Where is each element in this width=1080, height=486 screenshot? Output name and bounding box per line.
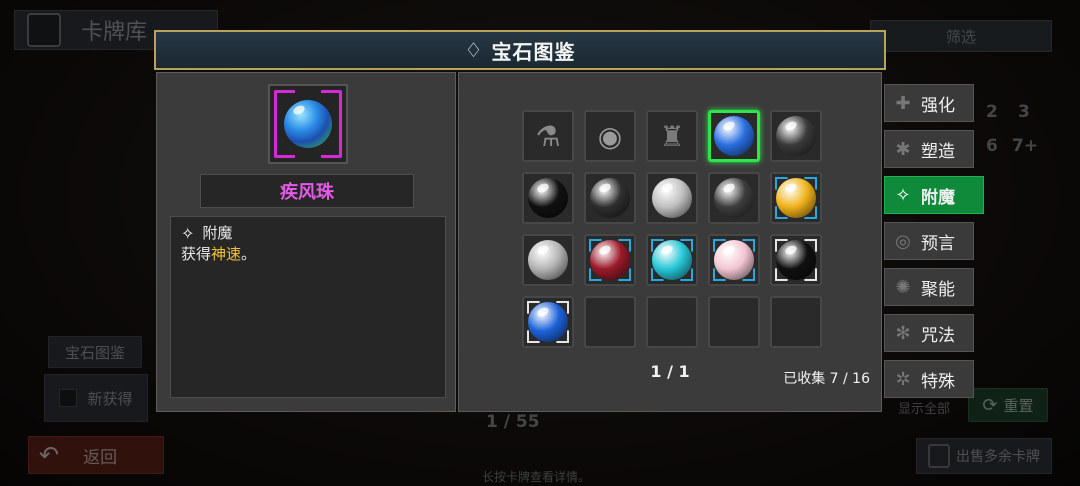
gem-name: 疾风珠 bbox=[200, 174, 414, 208]
tab-label: 预言 bbox=[921, 233, 955, 254]
selected-gem-slot bbox=[268, 84, 348, 164]
modal-title: 宝石图鉴 bbox=[491, 39, 576, 64]
gem-slot[interactable] bbox=[522, 296, 574, 348]
gem-slot[interactable]: ⚗ bbox=[522, 110, 574, 162]
grid-pager: 1 / 1 bbox=[650, 362, 690, 381]
tab-1[interactable]: ✚ 强化 bbox=[884, 84, 974, 122]
tab-label: 强化 bbox=[921, 95, 955, 116]
gem-orb-icon bbox=[714, 178, 754, 218]
gem-slot[interactable] bbox=[770, 234, 822, 286]
gem-orb-icon bbox=[776, 116, 816, 156]
empty-gem-slot bbox=[708, 296, 760, 348]
gem-orb-icon bbox=[652, 178, 692, 218]
gem-slot[interactable] bbox=[584, 172, 636, 224]
wing-icon: ✧ bbox=[895, 184, 911, 206]
gem-slot[interactable] bbox=[708, 172, 760, 224]
spiral-icon: ✻ bbox=[895, 322, 911, 344]
gem-slot[interactable] bbox=[584, 234, 636, 286]
gem-slot[interactable] bbox=[646, 234, 698, 286]
gem-slot[interactable] bbox=[770, 110, 822, 162]
effect-suffix: 。 bbox=[241, 245, 257, 263]
gem-orb-icon bbox=[528, 240, 568, 280]
gem-orb-icon bbox=[714, 240, 754, 280]
gem-slot[interactable] bbox=[770, 172, 822, 224]
gem-orb-icon bbox=[776, 240, 816, 280]
collected-count: 已收集 7 / 16 bbox=[783, 371, 870, 387]
empty-gem-slot bbox=[646, 296, 698, 348]
tab-5[interactable]: ✺ 聚能 bbox=[884, 268, 974, 306]
gem-slot[interactable] bbox=[522, 172, 574, 224]
empty-gem-slot bbox=[770, 296, 822, 348]
gem-category: 附魔 bbox=[202, 224, 233, 242]
tab-label: 咒法 bbox=[921, 325, 955, 346]
tab-7[interactable]: ✲ 特殊 bbox=[884, 360, 974, 398]
gem-slot[interactable]: ◉ bbox=[584, 110, 636, 162]
burst-icon: ✺ bbox=[895, 276, 911, 298]
tab-6[interactable]: ✻ 咒法 bbox=[884, 314, 974, 352]
gem-orb-icon bbox=[528, 302, 568, 342]
eye-icon: ◎ bbox=[895, 230, 911, 252]
gem-orb-icon bbox=[590, 240, 630, 280]
tab-2[interactable]: ✱ 塑造 bbox=[884, 130, 974, 168]
gem-slot[interactable] bbox=[708, 110, 760, 162]
gem-orb-icon bbox=[590, 178, 630, 218]
gem-category-row: ✧ 附魔 bbox=[181, 223, 435, 244]
tab-label: 附魔 bbox=[921, 187, 955, 208]
effect-keyword[interactable]: 神速 bbox=[211, 245, 241, 263]
tab-3[interactable]: ✧ 附魔 bbox=[884, 176, 984, 214]
gem-slot[interactable] bbox=[646, 172, 698, 224]
empty-gem-slot bbox=[584, 296, 636, 348]
egg-icon: ◉ bbox=[597, 119, 623, 153]
cog-icon: ✲ bbox=[895, 368, 911, 390]
selected-gem-icon bbox=[284, 100, 332, 148]
gem-slot[interactable] bbox=[708, 234, 760, 286]
gem-slot[interactable]: ♜ bbox=[646, 110, 698, 162]
armor-icon: ♜ bbox=[659, 119, 685, 153]
gem-bag-icon: ♢ bbox=[464, 38, 484, 62]
gem-slot[interactable] bbox=[522, 234, 574, 286]
gem-orb-icon bbox=[776, 178, 816, 218]
tab-4[interactable]: ◎ 预言 bbox=[884, 222, 974, 260]
enchant-wing-icon: ✧ bbox=[181, 224, 195, 243]
tab-label: 聚能 bbox=[921, 279, 955, 300]
flask-icon: ⚗ bbox=[535, 119, 561, 153]
effect-prefix: 获得 bbox=[181, 245, 212, 263]
tab-label: 特殊 bbox=[921, 371, 955, 392]
shield-plus-icon: ✚ bbox=[895, 92, 911, 114]
tab-label: 塑造 bbox=[921, 141, 955, 162]
gem-description: ✧ 附魔 获得神速。 bbox=[170, 216, 446, 398]
gem-effect: 获得神速。 bbox=[181, 244, 435, 265]
gear-icon: ✱ bbox=[895, 138, 911, 160]
gem-orb-icon bbox=[714, 116, 754, 156]
gem-orb-icon bbox=[528, 178, 568, 218]
gem-orb-icon bbox=[652, 240, 692, 280]
modal-title-bar: ♢ 宝石图鉴 bbox=[154, 30, 886, 70]
